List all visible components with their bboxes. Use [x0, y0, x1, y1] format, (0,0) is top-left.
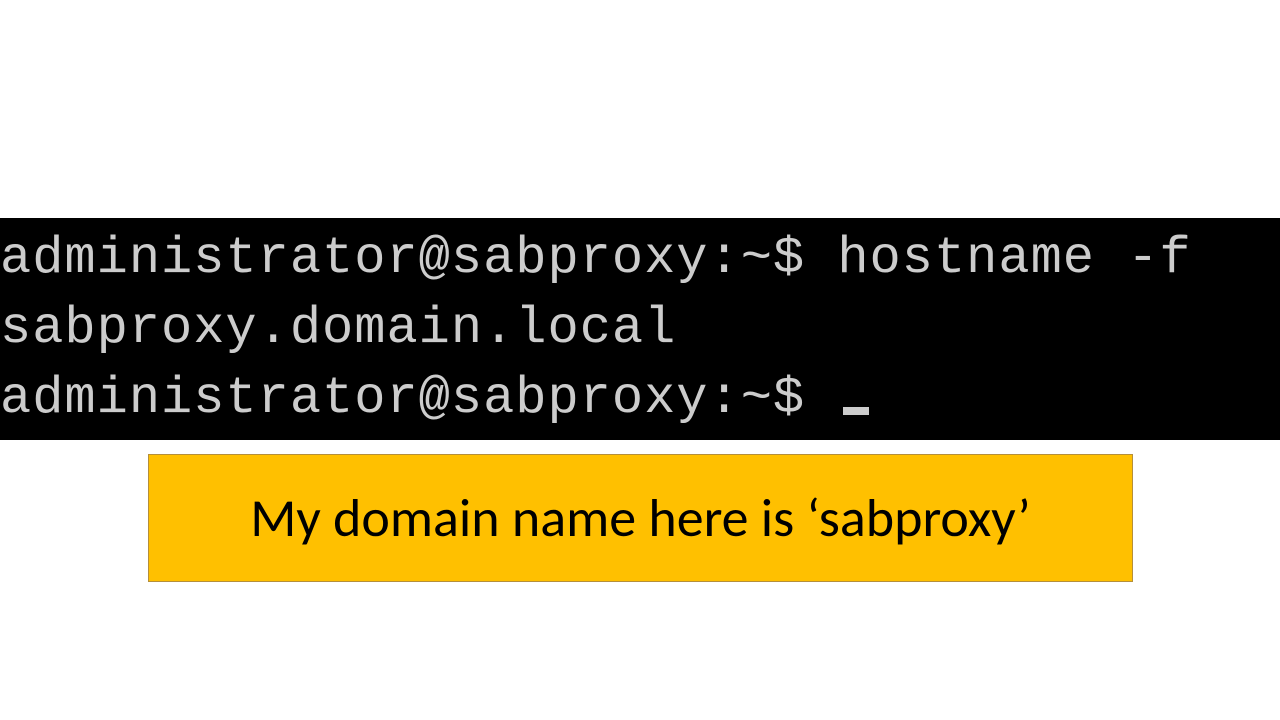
terminal-line-3: administrator@sabproxy:~$	[0, 364, 1280, 434]
terminal-command-1: hostname -f	[837, 229, 1191, 288]
terminal-prompt-1: administrator@sabproxy:~$	[0, 229, 837, 288]
annotation-text: My domain name here is ‘sabproxy’	[250, 485, 1031, 551]
terminal-cursor	[843, 407, 869, 415]
terminal-line-1: administrator@sabproxy:~$ hostname -f	[0, 224, 1280, 294]
terminal-window[interactable]: administrator@sabproxy:~$ hostname -f sa…	[0, 218, 1280, 440]
annotation-callout: My domain name here is ‘sabproxy’	[148, 454, 1133, 582]
terminal-output-1: sabproxy.domain.local	[0, 294, 1280, 364]
terminal-prompt-2: administrator@sabproxy:~$	[0, 369, 837, 428]
